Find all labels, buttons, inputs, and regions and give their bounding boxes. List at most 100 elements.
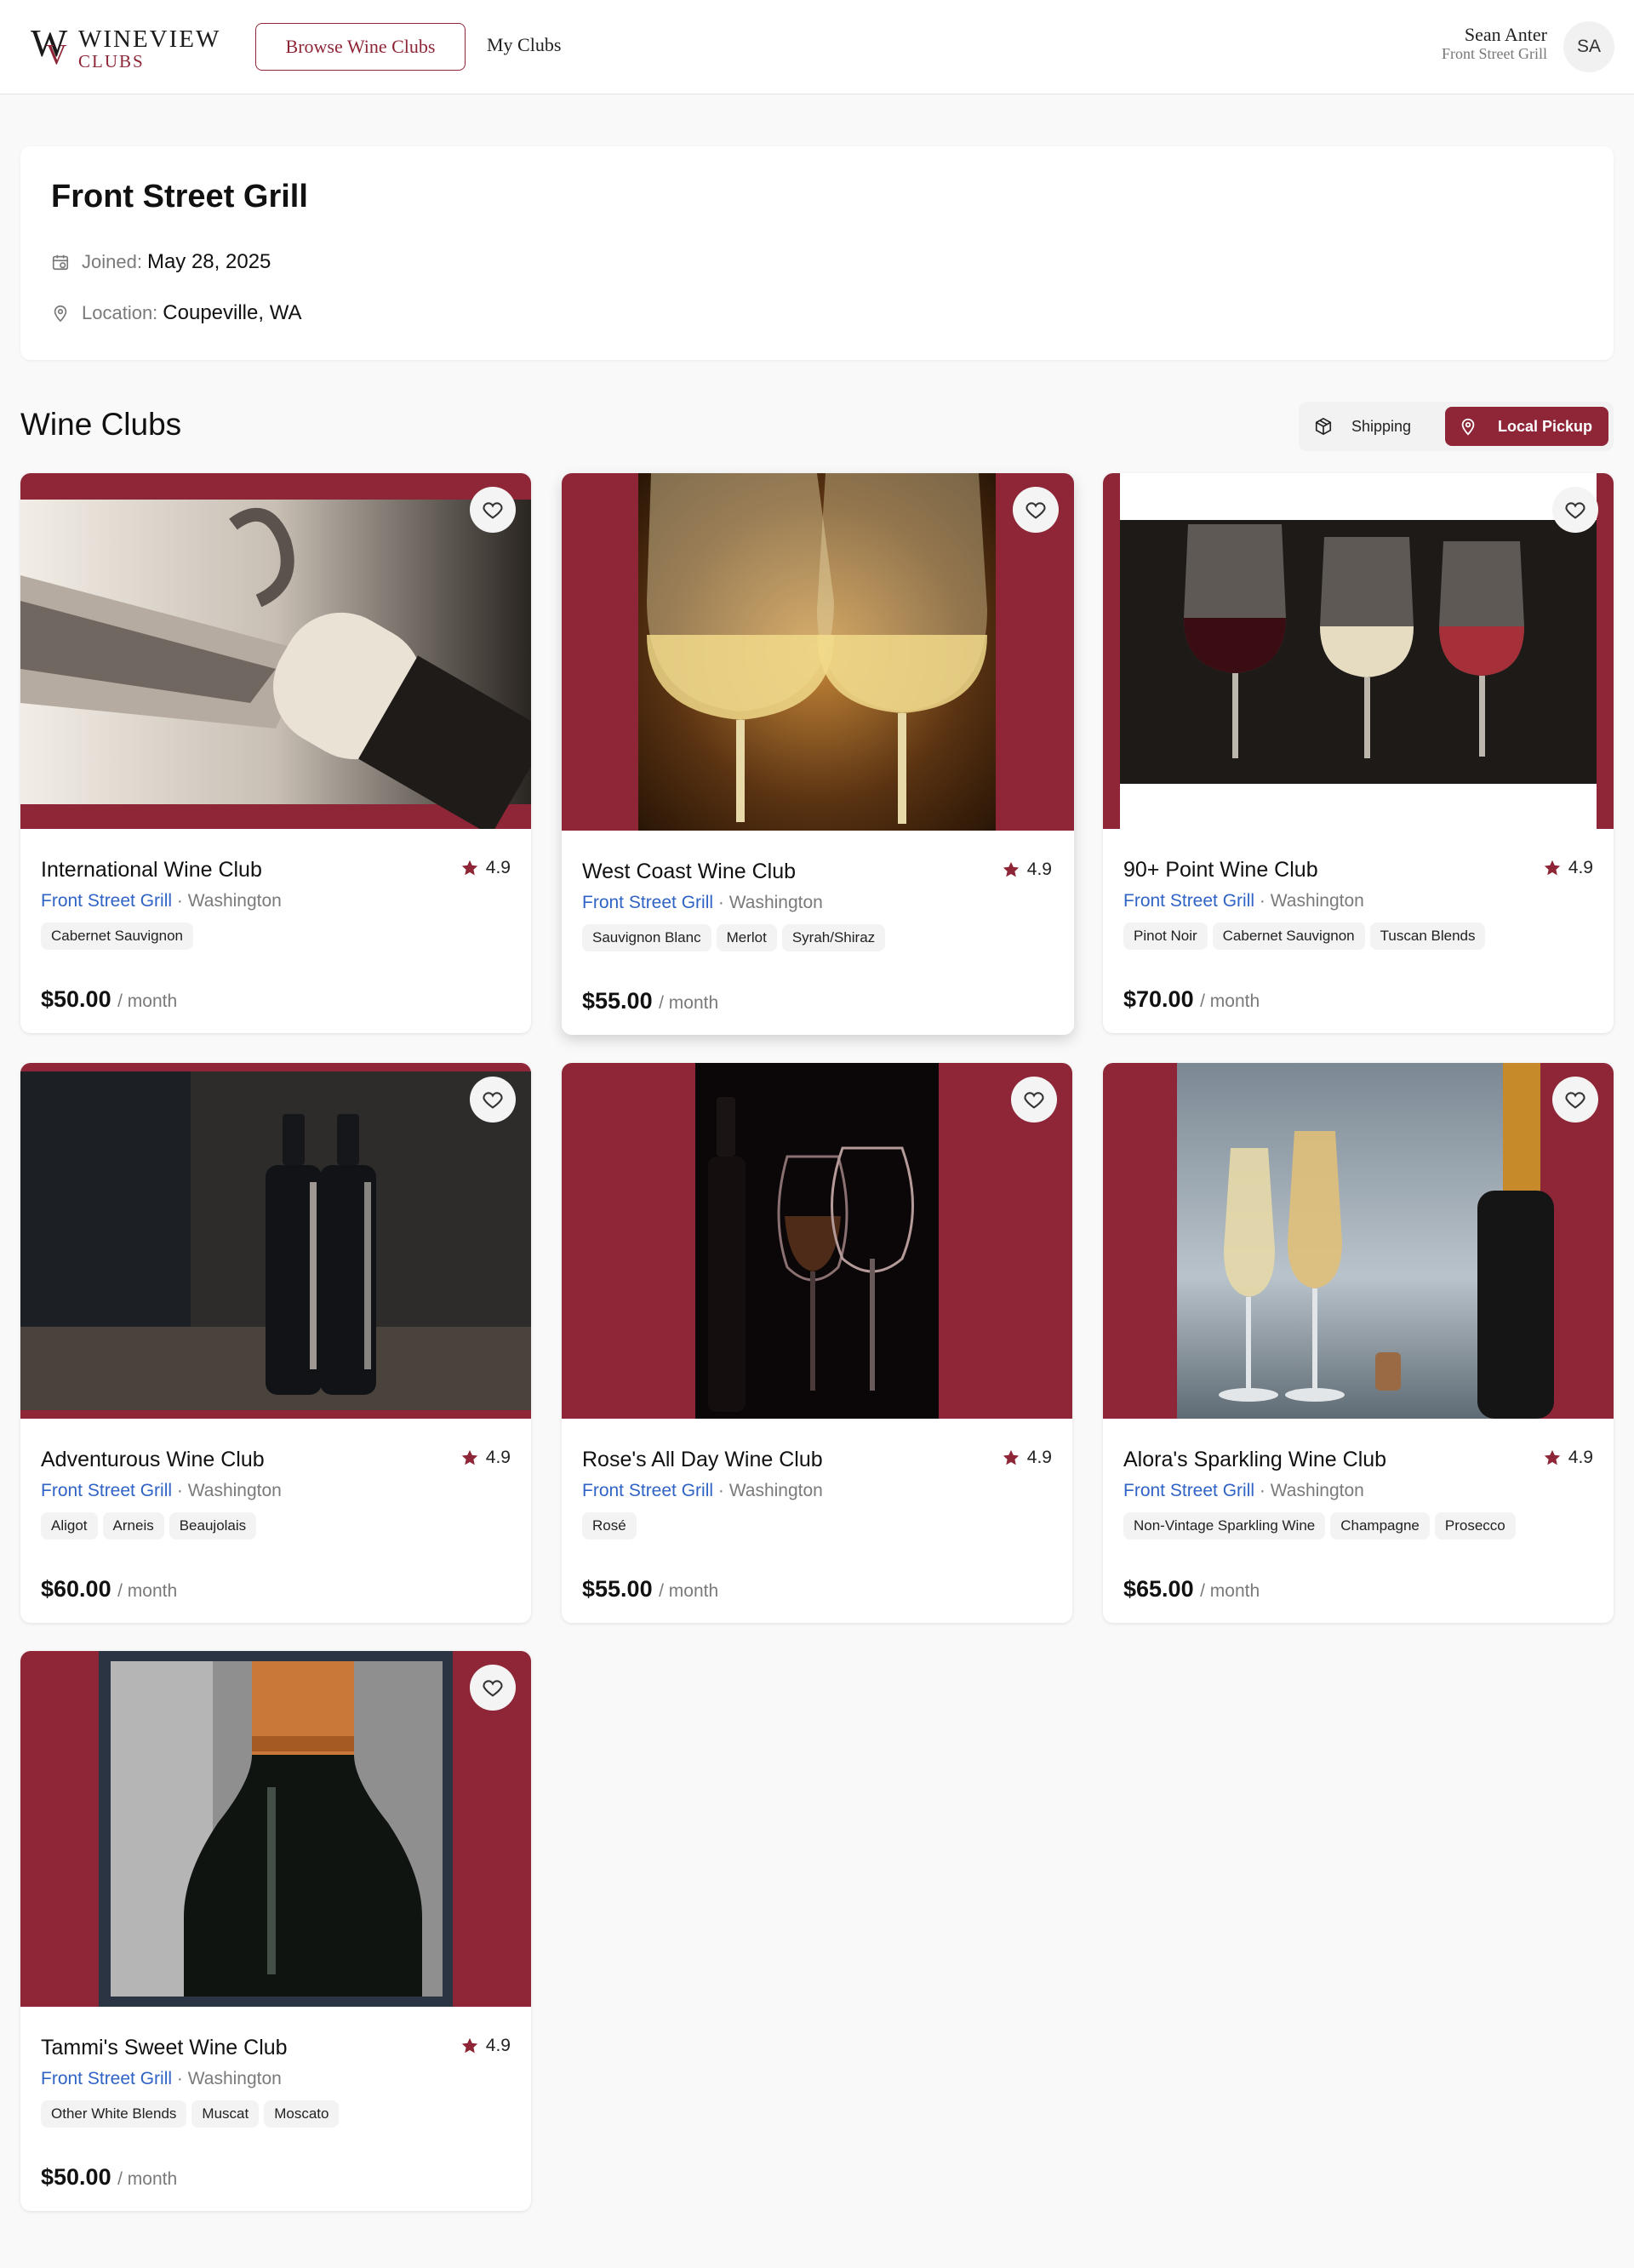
club-card[interactable]: Rose's All Day Wine Club 4.9 Front Stree… (562, 1063, 1072, 1623)
price-period: / month (1200, 1581, 1260, 1601)
venue-link[interactable]: Front Street Grill (1123, 891, 1254, 911)
club-location: Front Street Grill · Washington (41, 891, 282, 911)
shipping-toggle-button[interactable]: Shipping (1314, 412, 1411, 441)
venue-link[interactable]: Front Street Grill (582, 1481, 713, 1500)
favorite-button[interactable] (470, 1077, 516, 1123)
top-navbar: W V WINEVIEW CLUBS Browse Wine Clubs My … (0, 0, 1634, 94)
club-price: $55.00 / month (582, 1576, 718, 1602)
club-image (1103, 1063, 1614, 1419)
favorite-button[interactable] (1011, 1077, 1057, 1123)
venue-link[interactable]: Front Street Grill (41, 1481, 172, 1500)
club-card[interactable]: Tammi's Sweet Wine Club 4.9 Front Street… (20, 1651, 531, 2211)
price-period: / month (117, 2169, 178, 2189)
club-image (562, 1063, 1072, 1419)
favorite-button[interactable] (1552, 1077, 1598, 1123)
region: Washington (1270, 891, 1364, 911)
club-location: Front Street Grill · Washington (582, 1481, 823, 1501)
club-rating: 4.9 (460, 1448, 511, 1468)
star-icon (1544, 1449, 1560, 1465)
venue-link[interactable]: Front Street Grill (582, 893, 713, 912)
favorite-button[interactable] (470, 1665, 516, 1711)
star-icon (461, 860, 477, 876)
varietal-tags: Rosé (582, 1512, 637, 1540)
logo-mark-v: V (46, 39, 67, 71)
venue-link[interactable]: Front Street Grill (41, 891, 172, 911)
browse-wine-clubs-button[interactable]: Browse Wine Clubs (255, 23, 466, 71)
club-card[interactable]: West Coast Wine Club 4.9 Front Street Gr… (562, 473, 1074, 1035)
club-location: Front Street Grill · Washington (41, 1481, 282, 1501)
club-location: Front Street Grill · Washington (41, 2069, 282, 2089)
avatar[interactable]: SA (1563, 21, 1614, 72)
location-separator: · (1259, 1481, 1265, 1500)
rating-value: 4.9 (485, 858, 511, 877)
varietal-tag: Champagne (1330, 1512, 1430, 1540)
club-price: $50.00 / month (41, 986, 177, 1013)
club-title[interactable]: Adventurous Wine Club (41, 1448, 265, 1472)
logo-title: WINEVIEW (78, 25, 221, 53)
club-image (20, 473, 531, 829)
wineview-logo[interactable]: W V WINEVIEW CLUBS (31, 24, 221, 71)
price-value: $50.00 (41, 2164, 111, 2190)
varietal-tags: Aligot Arneis Beaujolais (41, 1512, 257, 1540)
bottles-on-barrel-photo (20, 1071, 531, 1410)
club-location: Front Street Grill · Washington (582, 893, 823, 913)
club-title[interactable]: Tammi's Sweet Wine Club (41, 2036, 288, 2060)
club-price: $65.00 / month (1123, 1576, 1260, 1602)
varietal-tags: Other White Blends Muscat Moscato (41, 2100, 340, 2128)
varietal-tag: Cabernet Sauvignon (1212, 923, 1365, 950)
varietal-tag: Moscato (264, 2100, 340, 2128)
price-value: $55.00 (582, 1576, 653, 1602)
my-clubs-link[interactable]: My Clubs (487, 34, 561, 56)
location-row: Location: Coupeville, WA (51, 301, 301, 325)
favorite-button[interactable] (470, 487, 516, 533)
club-card[interactable]: International Wine Club 4.9 Front Street… (20, 473, 531, 1033)
logo-mark: W V (31, 24, 73, 71)
club-image (20, 1063, 531, 1419)
club-rating: 4.9 (1002, 1448, 1052, 1468)
club-title[interactable]: Alora's Sparkling Wine Club (1123, 1448, 1386, 1472)
club-price: $70.00 / month (1123, 986, 1260, 1013)
venue-link[interactable]: Front Street Grill (1123, 1481, 1254, 1500)
club-price: $60.00 / month (41, 1576, 177, 1602)
favorite-button[interactable] (1013, 487, 1059, 533)
price-value: $50.00 (41, 986, 111, 1012)
club-image (20, 1651, 531, 2007)
varietal-tag: Arneis (102, 1512, 164, 1540)
varietal-tags: Sauvignon Blanc Merlot Syrah/Shiraz (582, 924, 886, 951)
map-pin-icon (54, 305, 67, 323)
club-title[interactable]: 90+ Point Wine Club (1123, 858, 1318, 883)
section-title: Wine Clubs (20, 407, 182, 442)
location-separator: · (717, 1481, 724, 1500)
location-separator: · (176, 891, 183, 911)
local-pickup-toggle-button[interactable]: Local Pickup (1445, 407, 1608, 446)
rating-value: 4.9 (1568, 1448, 1593, 1467)
club-card[interactable]: Alora's Sparkling Wine Club 4.9 Front St… (1103, 1063, 1614, 1623)
bottle-closeup-photo (99, 1651, 453, 2007)
varietal-tag: Syrah/Shiraz (781, 924, 886, 951)
venue-link[interactable]: Front Street Grill (41, 2069, 172, 2088)
region: Washington (187, 1481, 282, 1500)
favorite-button[interactable] (1552, 487, 1598, 533)
shipping-label: Shipping (1351, 417, 1412, 435)
club-card[interactable]: 90+ Point Wine Club 4.9 Front Street Gri… (1103, 473, 1614, 1033)
user-info[interactable]: Sean Anter Front Street Grill (1442, 24, 1547, 63)
price-period: / month (659, 993, 719, 1013)
location-label: Location: (82, 302, 158, 323)
calendar-icon (52, 254, 69, 271)
club-title[interactable]: International Wine Club (41, 858, 262, 883)
delivery-toggle: Shipping Local Pickup (1299, 402, 1614, 451)
varietal-tag: Tuscan Blends (1369, 923, 1486, 950)
user-org: Front Street Grill (1442, 45, 1547, 63)
joined-row: Joined: May 28, 2025 (51, 250, 271, 274)
club-rating: 4.9 (460, 858, 511, 878)
heart-icon (1565, 1092, 1585, 1109)
joined-label: Joined: (82, 251, 142, 272)
price-period: / month (117, 991, 178, 1011)
club-title[interactable]: West Coast Wine Club (582, 860, 796, 884)
club-rating: 4.9 (1543, 858, 1593, 878)
star-icon (1544, 860, 1560, 876)
club-title[interactable]: Rose's All Day Wine Club (582, 1448, 823, 1472)
club-card[interactable]: Adventurous Wine Club 4.9 Front Street G… (20, 1063, 531, 1623)
heart-icon (483, 1092, 503, 1109)
rating-value: 4.9 (1026, 860, 1052, 879)
